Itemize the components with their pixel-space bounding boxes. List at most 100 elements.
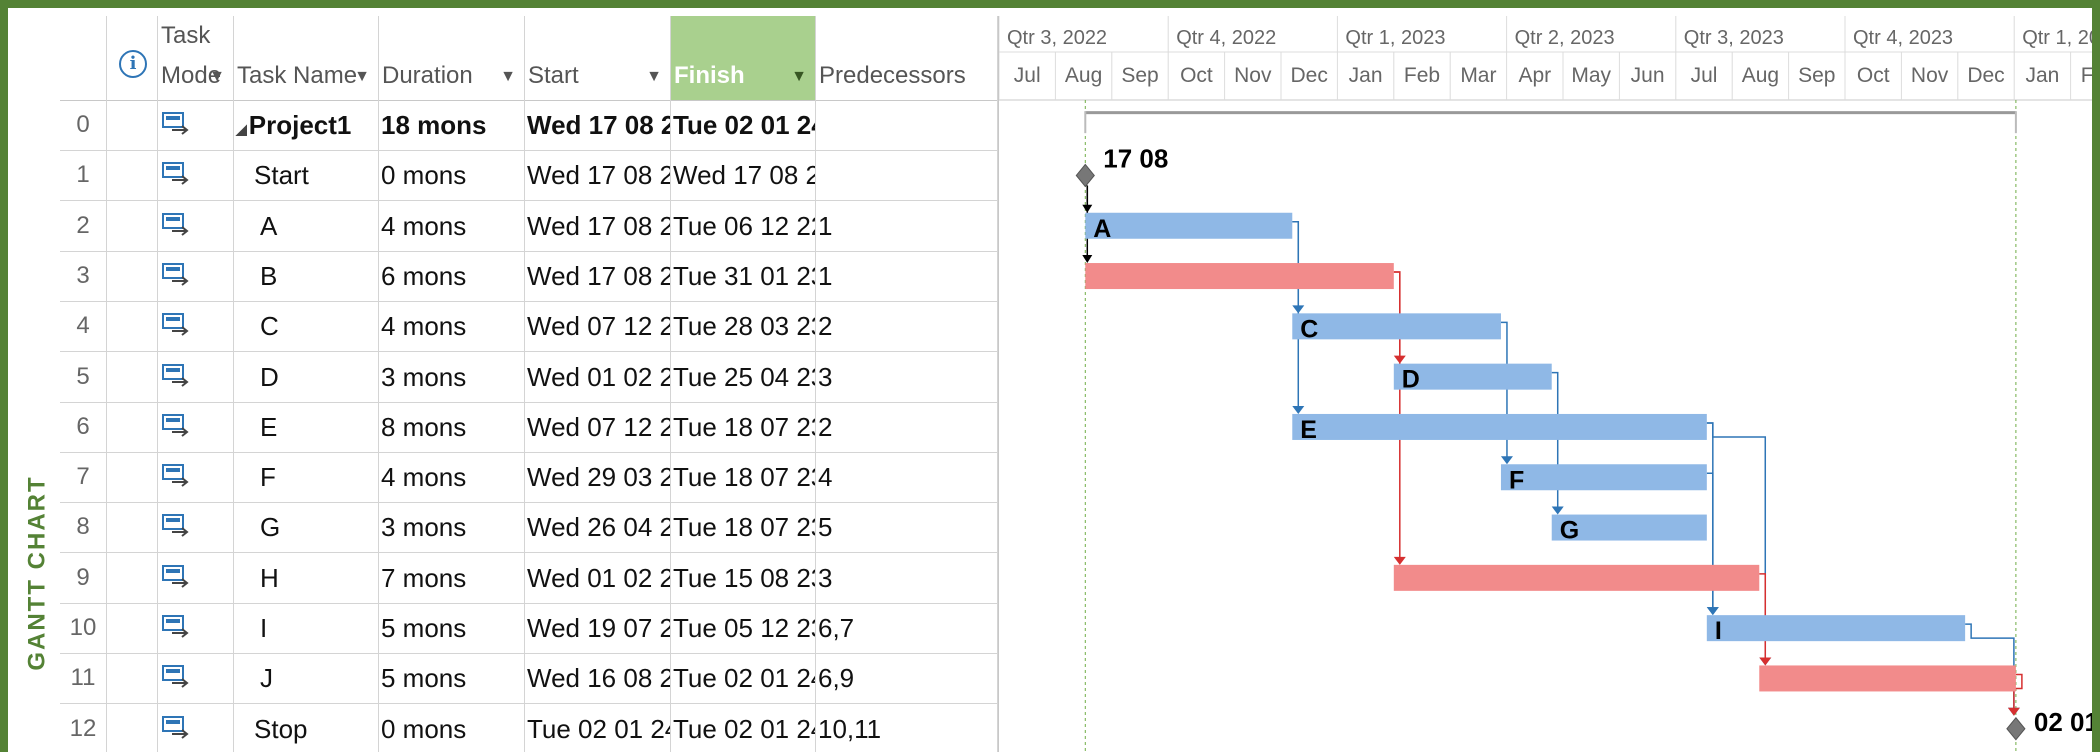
row-duration[interactable]: 4 mons: [379, 301, 525, 352]
row-start[interactable]: Tue 02 01 24: [525, 703, 671, 752]
row-finish[interactable]: Tue 18 07 23: [671, 502, 816, 553]
task-name-header[interactable]: Task Name ▼: [234, 16, 379, 100]
row-id[interactable]: 1: [60, 150, 107, 201]
row-start[interactable]: Wed 17 08 22: [525, 150, 671, 201]
row-task-name[interactable]: A: [234, 200, 379, 251]
row-start[interactable]: Wed 26 04 23: [525, 502, 671, 553]
row-id[interactable]: 11: [60, 653, 107, 704]
row-id[interactable]: 6: [60, 401, 107, 452]
finish-header[interactable]: Finish ▼: [671, 16, 816, 100]
row-indicator[interactable]: [107, 603, 158, 653]
row-id[interactable]: 2: [60, 200, 107, 251]
row-task-name[interactable]: Start: [234, 150, 379, 201]
table-row[interactable]: 7 F 4 mons Wed 29 03 23Tue 18 07 234: [60, 452, 998, 504]
row-finish[interactable]: Tue 05 12 23: [671, 603, 816, 653]
row-predecessors[interactable]: 2: [816, 401, 998, 452]
row-id[interactable]: 8: [60, 502, 107, 553]
duration-header[interactable]: Duration ▼: [379, 16, 525, 100]
row-task-name[interactable]: H: [234, 552, 379, 603]
row-start[interactable]: Wed 19 07 23: [525, 603, 671, 653]
row-task-name[interactable]: I: [234, 603, 379, 653]
row-id[interactable]: 7: [60, 452, 107, 503]
table-row[interactable]: 11 J 5 mons Wed 16 08 23Tue 02 01 246,9: [60, 653, 998, 705]
row-duration[interactable]: 5 mons: [379, 603, 525, 653]
row-task-mode[interactable]: [158, 653, 234, 704]
row-indicator[interactable]: [107, 150, 158, 201]
select-all-corner[interactable]: [60, 16, 107, 100]
row-indicator[interactable]: [107, 703, 158, 752]
row-start[interactable]: Wed 16 08 23: [525, 653, 671, 704]
row-duration[interactable]: 6 mons: [379, 250, 525, 301]
row-task-mode[interactable]: [158, 150, 234, 201]
row-duration[interactable]: 4 mons: [379, 452, 525, 503]
row-duration[interactable]: 0 mons: [379, 150, 525, 201]
row-predecessors[interactable]: [816, 100, 998, 150]
row-duration[interactable]: 8 mons: [379, 401, 525, 452]
row-id[interactable]: 10: [60, 603, 107, 653]
row-finish[interactable]: Tue 18 07 23: [671, 452, 816, 503]
row-task-mode[interactable]: [158, 502, 234, 553]
row-predecessors[interactable]: 5: [816, 502, 998, 553]
row-indicator[interactable]: [107, 351, 158, 402]
row-start[interactable]: Wed 29 03 23: [525, 452, 671, 503]
table-row[interactable]: 10 I 5 mons Wed 19 07 23Tue 05 12 236,7: [60, 603, 998, 654]
row-id[interactable]: 9: [60, 552, 107, 603]
row-task-name[interactable]: G: [234, 502, 379, 553]
row-task-name[interactable]: C: [234, 301, 379, 352]
row-start[interactable]: Wed 01 02 23: [525, 552, 671, 603]
row-task-name[interactable]: B: [234, 250, 379, 301]
row-task-name[interactable]: F: [234, 452, 379, 503]
row-finish[interactable]: Tue 06 12 22: [671, 200, 816, 251]
row-predecessors[interactable]: 10,11: [816, 703, 998, 752]
table-row[interactable]: 3 B 6 mons Wed 17 08 22Tue 31 01 231: [60, 250, 998, 302]
row-start[interactable]: Wed 17 08 22: [525, 100, 671, 150]
row-task-name[interactable]: ◢Project1: [234, 100, 379, 150]
table-row[interactable]: 0 ◢Project1 18 mons Wed 17 08 22Tue 02 01 2…: [60, 100, 998, 151]
row-duration[interactable]: 18 mons: [379, 100, 525, 150]
row-predecessors[interactable]: 4: [816, 452, 998, 503]
row-id[interactable]: 12: [60, 703, 107, 752]
row-finish[interactable]: Tue 25 04 23: [671, 351, 816, 402]
start-header[interactable]: Start ▼: [525, 16, 671, 100]
row-predecessors[interactable]: 6,9: [816, 653, 998, 704]
row-duration[interactable]: 4 mons: [379, 200, 525, 251]
row-duration[interactable]: 3 mons: [379, 502, 525, 553]
row-start[interactable]: Wed 07 12 22: [525, 401, 671, 452]
task-name-filter-icon[interactable]: ▼: [354, 68, 370, 86]
row-task-mode[interactable]: [158, 603, 234, 653]
row-task-mode[interactable]: [158, 301, 234, 352]
row-predecessors[interactable]: 3: [816, 351, 998, 402]
row-task-mode[interactable]: [158, 703, 234, 752]
row-start[interactable]: Wed 01 02 23: [525, 351, 671, 402]
row-start[interactable]: Wed 17 08 22: [525, 200, 671, 251]
row-duration[interactable]: 0 mons: [379, 703, 525, 752]
row-indicator[interactable]: [107, 100, 158, 150]
start-filter-icon[interactable]: ▼: [646, 68, 662, 86]
row-indicator[interactable]: [107, 401, 158, 452]
table-row[interactable]: 8 G 3 mons Wed 26 04 23Tue 18 07 235: [60, 502, 998, 554]
table-row[interactable]: 5 D 3 mons Wed 01 02 23Tue 25 04 233: [60, 351, 998, 403]
row-task-mode[interactable]: [158, 351, 234, 402]
row-finish[interactable]: Tue 28 03 23: [671, 301, 816, 352]
view-bar[interactable]: GANTT CHART: [18, 463, 58, 683]
row-task-mode[interactable]: [158, 452, 234, 503]
row-finish[interactable]: Wed 17 08 22: [671, 150, 816, 201]
row-predecessors[interactable]: 1: [816, 250, 998, 301]
duration-filter-icon[interactable]: ▼: [500, 68, 516, 86]
row-indicator[interactable]: [107, 200, 158, 251]
row-task-mode[interactable]: [158, 200, 234, 251]
table-row[interactable]: 4 C 4 mons Wed 07 12 22Tue 28 03 232: [60, 301, 998, 353]
row-id[interactable]: 3: [60, 250, 107, 301]
row-finish[interactable]: Tue 02 01 24: [671, 100, 816, 150]
task-mode-header[interactable]: Task Mode ▼: [158, 16, 234, 100]
row-predecessors[interactable]: [816, 150, 998, 201]
row-duration[interactable]: 5 mons: [379, 653, 525, 704]
table-row[interactable]: 1 Start 0 mons Wed 17 08 22Wed 17 08 22: [60, 150, 998, 202]
row-task-mode[interactable]: [158, 401, 234, 452]
finish-filter-icon[interactable]: ▼: [791, 68, 807, 86]
row-indicator[interactable]: [107, 552, 158, 603]
row-finish[interactable]: Tue 15 08 23: [671, 552, 816, 603]
row-id[interactable]: 4: [60, 301, 107, 352]
row-indicator[interactable]: [107, 250, 158, 301]
table-row[interactable]: 2 A 4 mons Wed 17 08 22Tue 06 12 221: [60, 200, 998, 252]
